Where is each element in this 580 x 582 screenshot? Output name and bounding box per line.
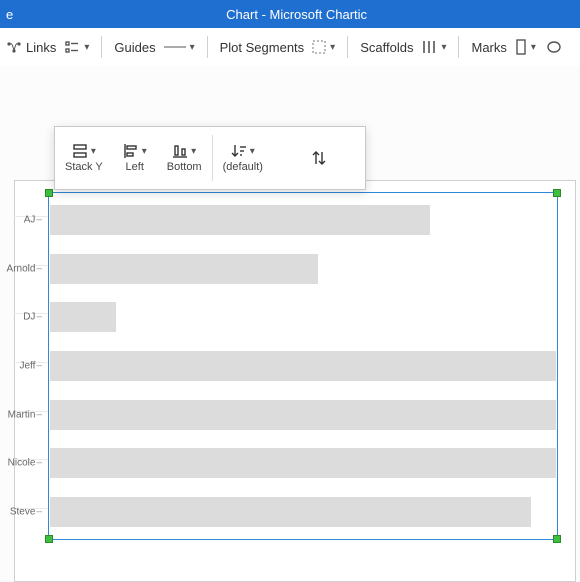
guide-line-icon (164, 42, 186, 52)
links-icon (6, 39, 22, 55)
stack-y-label: Stack Y (65, 161, 103, 173)
scaffolds-label: Scaffolds (360, 40, 413, 55)
chevron-down-icon: ▾ (441, 42, 446, 53)
guides-label: Guides (114, 40, 155, 55)
links-label: Links (26, 40, 56, 55)
separator (347, 36, 348, 58)
align-left-label: Left (126, 161, 144, 173)
resize-handle-bl[interactable] (45, 535, 53, 543)
guides-button[interactable]: Guides ▾ (114, 40, 194, 55)
align-bottom-button[interactable]: ▾ Bottom (157, 127, 212, 189)
resize-handle-tl[interactable] (45, 189, 53, 197)
y-axis-label: AJ (24, 215, 42, 226)
chevron-down-icon: ▾ (190, 42, 195, 53)
sort-default-button[interactable]: ▾ (default) (213, 127, 273, 189)
scaffolds-icon (421, 39, 437, 55)
stack-y-button[interactable]: ▾ Stack Y (55, 127, 113, 189)
chevron-down-icon: ▾ (531, 42, 536, 53)
swap-axes-button[interactable] (273, 127, 365, 189)
resize-handle-br[interactable] (553, 535, 561, 543)
y-axis-label: Jeff (20, 361, 43, 372)
links-button[interactable]: Links (6, 39, 56, 55)
chevron-down-icon: ▾ (91, 146, 96, 157)
separator (207, 36, 208, 58)
chart-canvas[interactable]: AJ Arnold DJ Jeff Martin Nicole Steve ▾ Stack … (0, 66, 580, 580)
title-left-fragment: e (0, 7, 13, 22)
marks-ellipse-icon (546, 39, 562, 55)
chevron-down-icon: ▾ (250, 146, 255, 157)
y-axis-label: DJ (23, 312, 42, 323)
align-bottom-icon (172, 143, 188, 159)
stack-y-icon (72, 143, 88, 159)
align-bottom-label: Bottom (167, 161, 202, 173)
title-bar: e Chart - Microsoft Chartic (0, 0, 580, 28)
scaffolds-button[interactable]: Scaffolds ▾ (360, 39, 446, 55)
chevron-down-icon: ▾ (191, 146, 196, 157)
align-left-icon (123, 143, 139, 159)
chevron-down-icon: ▾ (142, 146, 147, 157)
swap-icon (311, 149, 327, 167)
separator (101, 36, 102, 58)
marks-label: Marks (471, 40, 506, 55)
window-title: Chart - Microsoft Chartic (13, 7, 580, 22)
y-axis-label: Nicole (8, 458, 42, 469)
marks-rect-icon (515, 39, 527, 55)
sort-default-label: (default) (223, 161, 263, 173)
sort-icon (231, 143, 247, 159)
resize-handle-tr[interactable] (553, 189, 561, 197)
chevron-down-icon: ▾ (84, 42, 89, 53)
chevron-down-icon: ▾ (330, 42, 335, 53)
ribbon-toolbar: Links ▾ Guides ▾ Plot Segments ▾ Scaffol… (0, 28, 580, 67)
list-icon (64, 39, 80, 55)
marks-button[interactable]: Marks ▾ (471, 39, 561, 55)
plot-selection-frame[interactable] (48, 192, 558, 540)
plot-segments-icon (312, 40, 326, 54)
y-axis-labels: AJ Arnold DJ Jeff Martin Nicole Steve (0, 192, 46, 540)
align-left-button[interactable]: ▾ Left (113, 127, 157, 189)
separator (458, 36, 459, 58)
plot-segments-button[interactable]: Plot Segments ▾ (220, 40, 336, 55)
y-axis-label: Martin (8, 409, 42, 420)
plot-segments-label: Plot Segments (220, 40, 305, 55)
list-options-button[interactable]: ▾ (64, 39, 89, 55)
y-axis-label: Steve (10, 506, 42, 517)
layout-options-panel: ▾ Stack Y ▾ Left ▾ Bottom (54, 126, 366, 190)
y-axis-label: Arnold (7, 263, 42, 274)
